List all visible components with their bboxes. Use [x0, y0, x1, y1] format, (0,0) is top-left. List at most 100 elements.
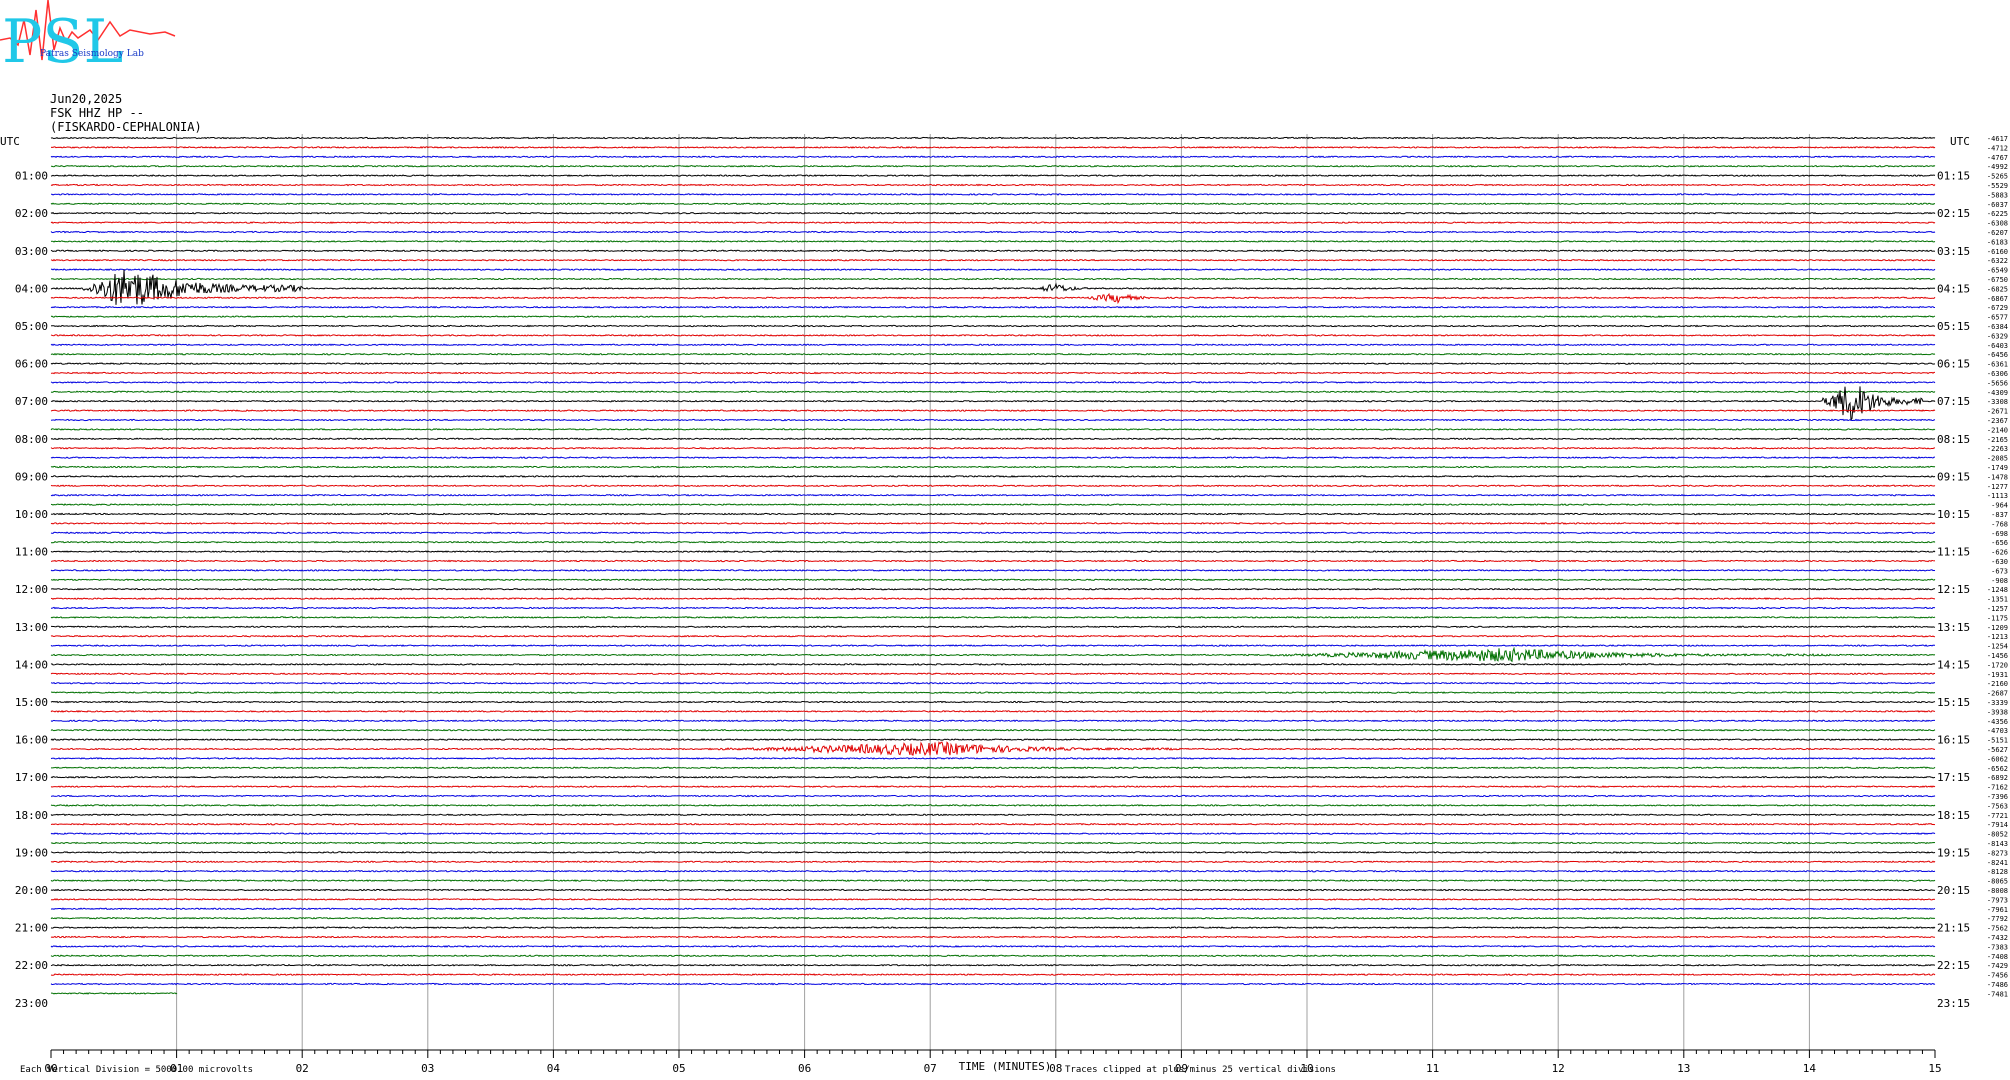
utc-hour-label: 20:00	[15, 884, 48, 897]
trace-row	[50, 757, 1936, 760]
trace-offset-label: -6361	[1987, 361, 2008, 369]
trace-row	[50, 710, 1936, 713]
trace-offset-label: -7429	[1987, 962, 2008, 970]
helicorder-plot: -4617-4712 -4767-4992 -5265-5529-5883 -6037…	[0, 134, 2008, 1075]
trace-row	[50, 634, 1936, 638]
trace-row	[50, 292, 1936, 305]
trace-offset-label: -673	[1991, 567, 2008, 575]
utc-hour-label: 05:00	[15, 320, 48, 333]
x-tick-label: 11	[1426, 1062, 1439, 1075]
utc-hour-label: 17:00	[15, 771, 48, 784]
trace-row	[50, 741, 1935, 756]
trace-row	[50, 860, 1936, 864]
trace-row	[50, 258, 1936, 262]
trace-offset-label: -6308	[1987, 220, 2008, 228]
trace-row	[50, 898, 1936, 901]
trace-row	[50, 456, 1935, 459]
trace-offset-label: -2671	[1987, 408, 2008, 416]
trace-row	[50, 240, 1936, 243]
utc-quarter-label: 14:15	[1937, 658, 1970, 671]
trace-offset-label: -6183	[1987, 238, 2008, 246]
utc-quarter-label: 07:15	[1937, 395, 1970, 408]
trace-offset-label: -5151	[1987, 737, 2008, 745]
utc-hour-label: 11:00	[15, 546, 48, 559]
trace-row	[50, 493, 1936, 497]
trace-offset-label: -1749	[1987, 464, 2008, 472]
trace-row	[50, 484, 1936, 488]
trace-offset-label: -698	[1991, 530, 2008, 538]
trace-row	[50, 973, 1936, 976]
x-tick-label: 14	[1803, 1062, 1817, 1075]
trace-offset-label: -7562	[1987, 925, 2008, 933]
trace-row	[50, 719, 1935, 723]
trace-offset-label: -6037	[1987, 201, 2008, 209]
utc-hour-label: 18:00	[15, 809, 48, 822]
utc-quarter-label: 11:15	[1937, 546, 1970, 559]
trace-row	[50, 926, 1936, 929]
trace-row	[50, 362, 1936, 365]
trace-offset-label: -8052	[1987, 831, 2008, 839]
x-tick-label: 13	[1677, 1062, 1690, 1075]
trace-offset-label: -1257	[1987, 605, 2008, 613]
trace-offset-label: -7383	[1987, 943, 2008, 951]
trace-offset-label: -7408	[1987, 953, 2008, 961]
trace-row	[50, 352, 1936, 356]
trace-offset-label: -8241	[1987, 859, 2008, 867]
trace-offset-label: -5627	[1987, 746, 2008, 754]
trace-offset-label: -8143	[1987, 840, 2008, 848]
trace-offset-label: -8008	[1987, 887, 2008, 895]
trace-row	[50, 841, 1936, 845]
trace-offset-label: -656	[1991, 539, 2008, 547]
trace-row	[51, 625, 1936, 629]
trace-row	[50, 202, 1936, 206]
utc-quarter-label: 13:15	[1937, 621, 1970, 634]
trace-row	[50, 164, 1936, 168]
utc-hour-label: 22:00	[15, 959, 48, 972]
trace-offset-label: -7914	[1987, 821, 2008, 829]
footer-scale-note: Each Vertical Division = 5000.00 microvo…	[20, 1065, 253, 1075]
trace-row	[50, 935, 1935, 939]
trace-offset-label: -7792	[1987, 915, 2008, 923]
trace-offset-label: -7481	[1987, 990, 2008, 998]
trace-row	[50, 211, 1936, 215]
trace-row	[50, 681, 1936, 685]
trace-offset-label: -5656	[1987, 379, 2008, 387]
x-axis-title: TIME (MINUTES)	[959, 1060, 1052, 1073]
trace-row	[51, 691, 1936, 694]
trace-row	[50, 879, 1936, 882]
trace-row	[50, 503, 1936, 506]
trace-offset-label: -6306	[1987, 370, 2008, 378]
trace-row	[50, 446, 1936, 450]
x-tick-label: 05	[672, 1062, 685, 1075]
trace-row	[50, 249, 1936, 253]
trace-offset-label: -6892	[1987, 774, 2008, 782]
trace-offset-label: -6207	[1987, 229, 2008, 237]
trace-row	[50, 945, 1936, 948]
trace-row	[50, 540, 1936, 544]
trace-row	[50, 381, 1936, 384]
trace-row	[50, 183, 1936, 187]
utc-quarter-label: 15:15	[1937, 696, 1970, 709]
utc-quarter-label: 12:15	[1937, 583, 1970, 596]
trace-offset-label: -4712	[1987, 144, 2008, 152]
trace-row	[50, 851, 1936, 854]
x-tick-label: 15	[1928, 1062, 1941, 1075]
trace-offset-label: -3308	[1987, 398, 2008, 406]
trace-row	[50, 822, 1936, 826]
utc-hour-label: 10:00	[15, 508, 48, 521]
utc-quarter-label: 22:15	[1937, 959, 1970, 972]
right-axis-label: UTC	[1950, 135, 1970, 148]
trace-offset-label: -1209	[1987, 624, 2008, 632]
trace-row	[50, 644, 1935, 647]
trace-row	[50, 305, 1935, 309]
trace-offset-label: -626	[1991, 549, 2008, 557]
utc-quarter-label: 04:15	[1937, 282, 1970, 295]
utc-hour-label: 04:00	[15, 282, 48, 295]
trace-row	[50, 437, 1936, 441]
trace-offset-label: -1277	[1987, 483, 2008, 491]
utc-hour-label: 03:00	[15, 245, 48, 258]
footer-clip-note: Traces clipped at plus/minus 25 vertical…	[1065, 1065, 1336, 1075]
trace-row	[50, 954, 1936, 958]
utc-hour-label: 09:00	[15, 470, 48, 483]
trace-row	[51, 794, 1936, 798]
